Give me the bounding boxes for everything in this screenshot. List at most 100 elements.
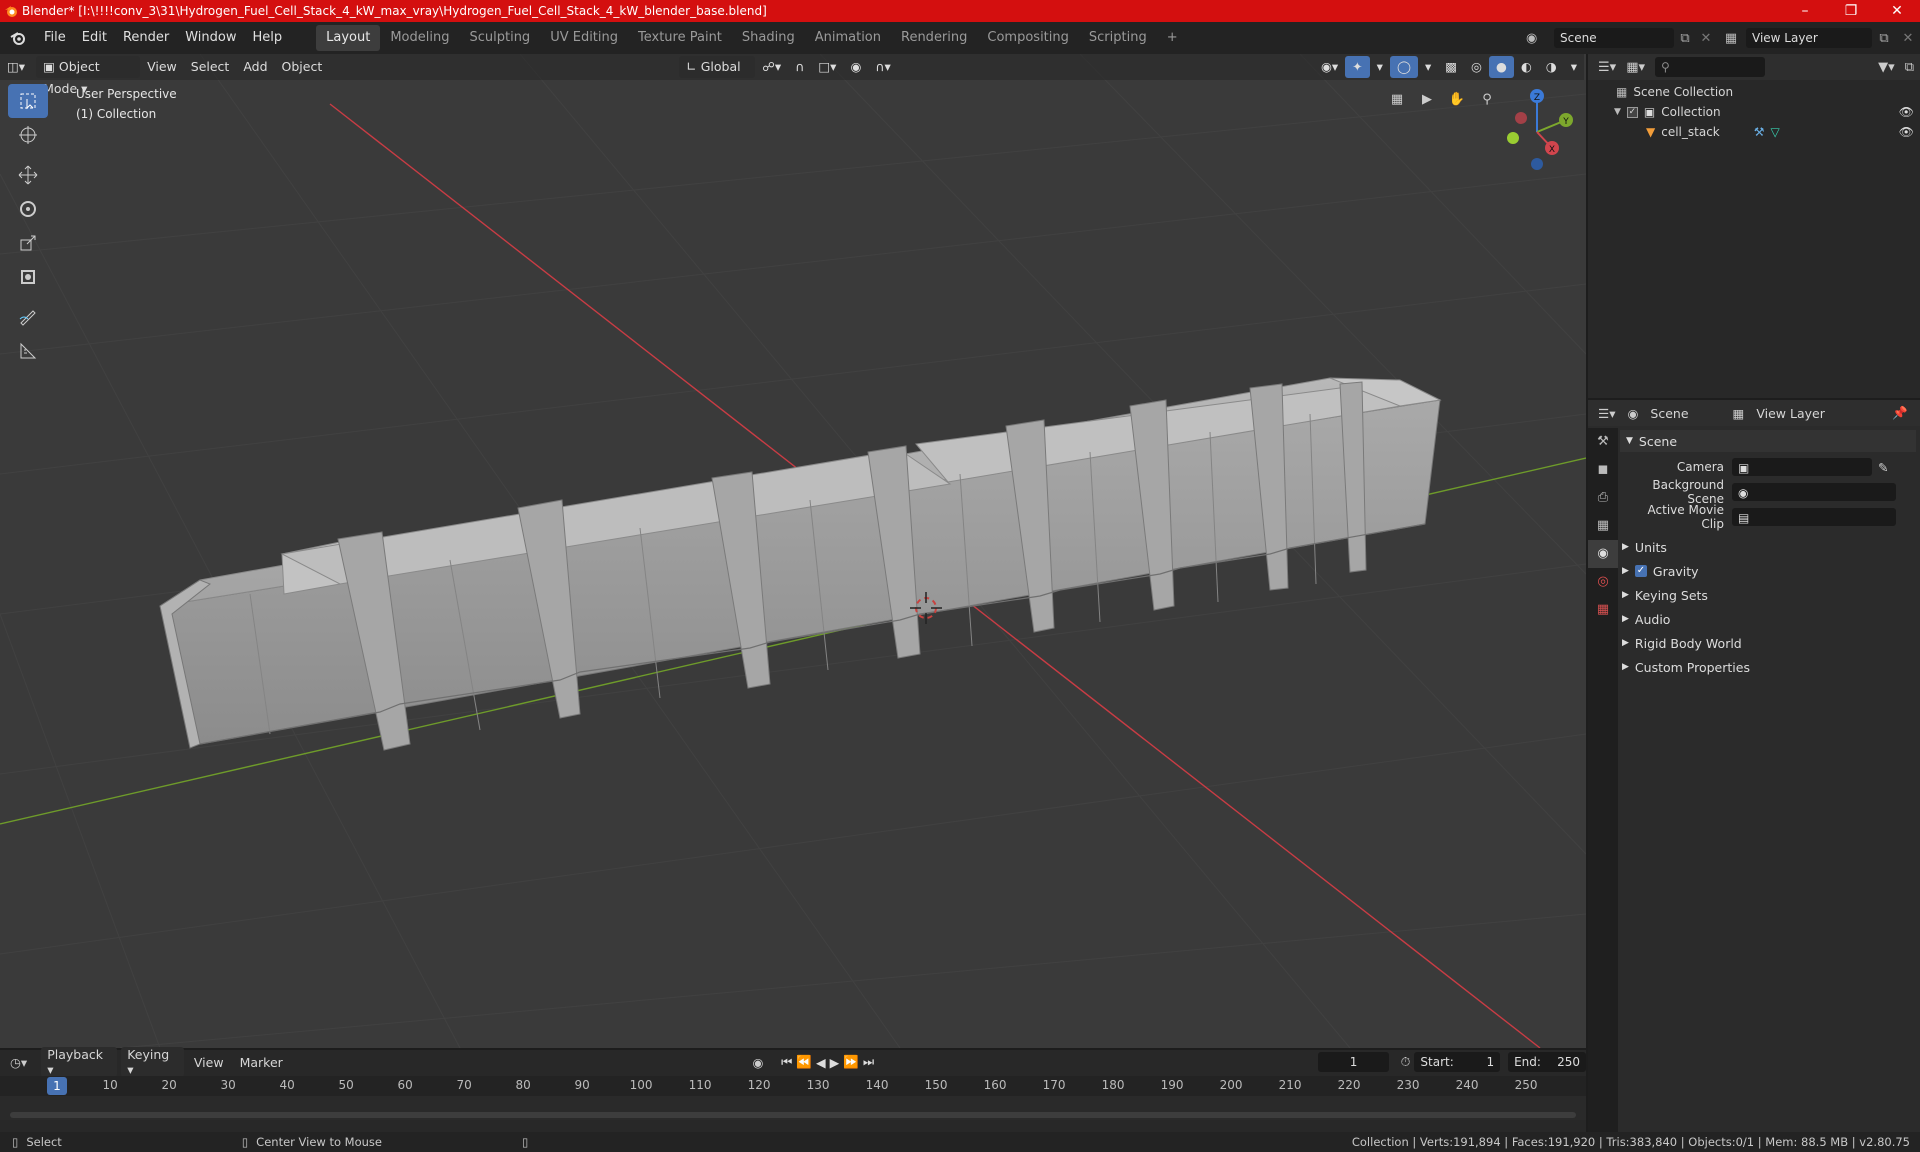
view-layer-field[interactable]: View Layer — [1746, 28, 1872, 48]
timeline-editor-type-icon[interactable]: ◷▾ — [10, 1055, 27, 1070]
minimize-icon[interactable]: – — [1782, 0, 1828, 22]
prev-keyframe-icon[interactable]: ⏪ — [796, 1054, 812, 1070]
scene-field[interactable]: Scene — [1554, 28, 1674, 48]
keying-sets-panel[interactable]: ▶ Keying Sets — [1622, 585, 1912, 605]
scene-selector-icon[interactable]: ◉ — [1526, 31, 1554, 46]
camera-view-icon[interactable]: ▶ — [1414, 86, 1440, 112]
tab-rendering[interactable]: Rendering — [891, 25, 977, 51]
play-reverse-icon[interactable]: ◀ — [816, 1055, 826, 1070]
shading-solid-icon[interactable]: ● — [1488, 56, 1514, 78]
gravity-checkbox[interactable]: ✓ — [1634, 565, 1647, 577]
outliner-editor-type-icon[interactable]: ☰▾ — [1598, 60, 1616, 75]
view-layer-tab-icon[interactable]: ▦ — [1588, 512, 1618, 540]
tab-texture-paint[interactable]: Texture Paint — [628, 25, 732, 51]
tab-shading[interactable]: Shading — [732, 25, 805, 51]
background-scene-field[interactable]: ◉ — [1732, 483, 1896, 501]
menu-help[interactable]: Help — [245, 25, 291, 51]
viewport-canvas[interactable] — [0, 54, 1586, 1048]
gizmo-toggle-icon[interactable]: ✦ — [1345, 56, 1370, 78]
timeline-scrollbar[interactable] — [10, 1112, 1576, 1118]
properties-editor-type-icon[interactable]: ☰▾ — [1598, 406, 1615, 421]
select-box-tool-icon[interactable] — [8, 84, 48, 118]
world-tab-icon[interactable]: ◎ — [1588, 568, 1618, 596]
navigation-gizmo[interactable]: Z Y X — [1496, 88, 1578, 170]
rigid-body-world-panel[interactable]: ▶ Rigid Body World — [1622, 633, 1912, 653]
editor-type-icon[interactable]: ◫▾ — [0, 56, 32, 78]
view-layer-breadcrumb[interactable]: View Layer — [1756, 406, 1825, 421]
pan-hand-icon[interactable]: ✋ — [1444, 86, 1470, 112]
gizmo-dropdown-icon[interactable]: ▾ — [1370, 56, 1390, 78]
menu-file[interactable]: File — [36, 25, 74, 51]
output-tab-icon[interactable]: ⎙ — [1588, 484, 1618, 512]
viewport-menu-view[interactable]: View — [140, 56, 184, 78]
pivot-point-icon[interactable]: ☍▾ — [755, 56, 788, 78]
timeline-menu-playback[interactable]: Playback ▾ — [41, 1047, 118, 1077]
play-icon[interactable]: ▶ — [830, 1055, 840, 1070]
custom-properties-panel[interactable]: ▶ Custom Properties — [1622, 657, 1912, 677]
frame-ruler[interactable]: 1 10 20 30 40 50 60 70 80 90 100 110 120 130 140 150 160… — [0, 1076, 1586, 1096]
start-frame-field[interactable]: Start: 1 — [1414, 1052, 1501, 1072]
pin-icon[interactable]: 📌 — [1892, 405, 1908, 421]
current-frame-field[interactable]: 1 — [1318, 1052, 1389, 1072]
snap-target-icon[interactable]: □▾ — [811, 56, 843, 78]
rotate-tool-icon[interactable] — [8, 192, 48, 226]
active-movie-clip-field[interactable]: ▤ — [1732, 508, 1896, 526]
gravity-panel[interactable]: ▶ ✓ Gravity — [1622, 561, 1912, 581]
remove-scene-icon[interactable]: ✕ — [1696, 31, 1716, 46]
menu-edit[interactable]: Edit — [74, 25, 115, 51]
shading-wireframe-icon[interactable]: ◎ — [1464, 56, 1489, 78]
next-keyframe-icon[interactable]: ⏩ — [843, 1054, 859, 1070]
view-layer-icon[interactable]: ▦ — [1716, 31, 1746, 46]
scene-breadcrumb[interactable]: Scene — [1650, 406, 1688, 421]
eye-icon-object[interactable]: 👁 — [1899, 125, 1914, 139]
eyedropper-icon[interactable]: ✎ — [1878, 460, 1888, 475]
viewport-menu-select[interactable]: Select — [184, 56, 237, 78]
overlays-toggle-icon[interactable]: ◯ — [1389, 56, 1418, 78]
overlays-dropdown-icon[interactable]: ▾ — [1418, 56, 1438, 78]
shading-material-icon[interactable]: ◐ — [1514, 56, 1539, 78]
render-tab-icon[interactable]: ◼ — [1588, 456, 1618, 484]
tab-modeling[interactable]: Modeling — [380, 25, 459, 51]
mesh-data-icon[interactable]: ▽ — [1771, 125, 1780, 139]
annotate-tool-icon[interactable] — [8, 300, 48, 334]
outliner-search-input[interactable]: ⚲ — [1655, 57, 1765, 77]
modifier-wrench-icon[interactable]: ⚒ — [1754, 125, 1765, 139]
jump-start-icon[interactable]: ⏮ — [781, 1054, 792, 1070]
add-workspace-button[interactable]: + — [1157, 25, 1188, 51]
visibility-filter-icon[interactable]: ◉▾ — [1314, 56, 1345, 78]
timeline-menu-view[interactable]: View — [188, 1055, 230, 1070]
toggle-ortho-icon[interactable]: ▦ — [1384, 86, 1410, 112]
texture-tab-icon[interactable]: ▦ — [1588, 596, 1618, 624]
scene-tab-icon[interactable]: ◉ — [1588, 540, 1618, 568]
tab-animation[interactable]: Animation — [805, 25, 891, 51]
eye-icon[interactable]: 👁 — [1899, 105, 1914, 119]
tab-sculpting[interactable]: Sculpting — [459, 25, 540, 51]
outliner-row-scene-collection[interactable]: ▦ Scene Collection — [1616, 85, 1733, 99]
outliner-row-collection[interactable]: ▼ ✓ ▣ Collection 👁 — [1614, 105, 1914, 119]
tab-scripting[interactable]: Scripting — [1079, 25, 1157, 51]
outliner-row-cell-stack[interactable]: ▼ cell_stack ⚒ ▽ 👁 — [1646, 125, 1914, 139]
snap-magnet-icon[interactable]: ∩ — [788, 56, 811, 78]
timeline-menu-marker[interactable]: Marker — [234, 1055, 289, 1070]
zoom-icon[interactable]: ⚲ — [1474, 86, 1500, 112]
3d-viewport[interactable]: Z Y X ▦ ▶ ✋ ⚲ — [0, 54, 1586, 1048]
measure-tool-icon[interactable] — [8, 334, 48, 368]
filter-icon[interactable]: ▼▾ — [1878, 60, 1895, 75]
menu-window[interactable]: Window — [177, 25, 244, 51]
object-mode-dropdown[interactable]: ▣ Object Mode ▾ — [36, 56, 141, 96]
scale-tool-icon[interactable] — [8, 226, 48, 260]
record-icon[interactable]: ◉ — [753, 1055, 764, 1070]
falloff-icon[interactable]: ∩▾ — [868, 56, 897, 78]
shading-dropdown-icon[interactable]: ▾ — [1564, 56, 1584, 78]
timeline-menu-keying[interactable]: Keying ▾ — [121, 1047, 184, 1077]
current-frame-marker[interactable]: 1 — [47, 1077, 67, 1095]
units-panel[interactable]: ▶ Units — [1622, 537, 1912, 557]
cell-stack-model[interactable] — [159, 377, 1442, 751]
shading-rendered-icon[interactable]: ◑ — [1539, 56, 1564, 78]
move-tool-icon[interactable] — [8, 158, 48, 192]
maximize-icon[interactable]: ❐ — [1828, 0, 1874, 22]
proportional-edit-icon[interactable]: ◉ — [843, 56, 868, 78]
audio-panel[interactable]: ▶ Audio — [1622, 609, 1912, 629]
tab-uv-editing[interactable]: UV Editing — [540, 25, 628, 51]
cursor-tool-icon[interactable] — [8, 118, 48, 152]
